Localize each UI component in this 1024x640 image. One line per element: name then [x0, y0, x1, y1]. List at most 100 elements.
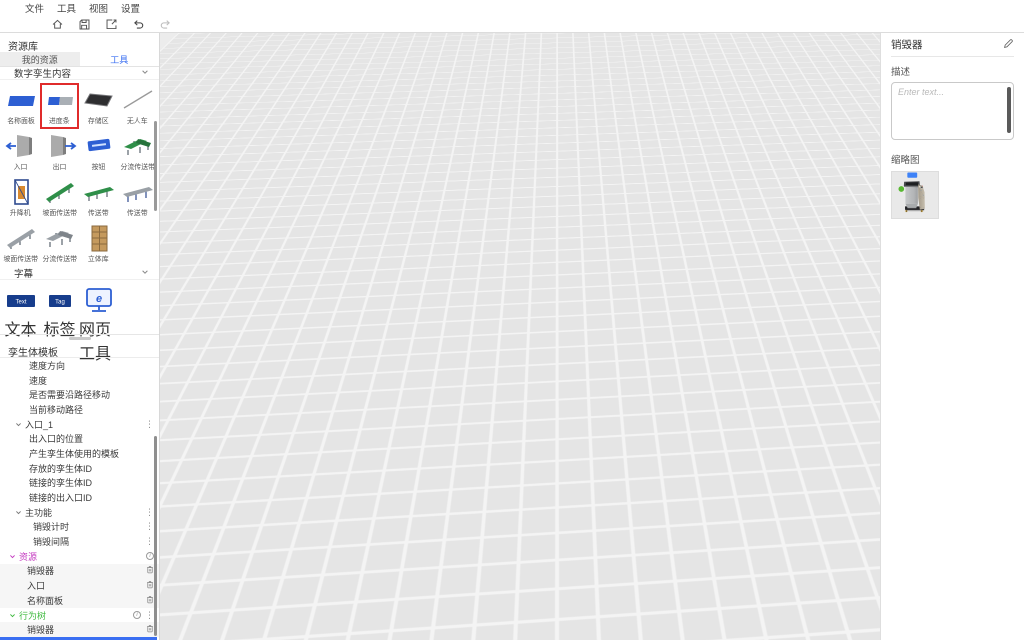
library-item-web-tool[interactable]: e 网页工具 [79, 286, 118, 332]
tree-row-entrance-1[interactable]: 入口_1 ⋮ [0, 417, 159, 432]
menu-item-tools[interactable]: 工具 [57, 1, 76, 15]
textarea-scrollbar[interactable] [1007, 87, 1011, 133]
panel-splitter[interactable] [0, 334, 159, 341]
tree-row[interactable]: 链接的出入口ID [0, 490, 159, 505]
storage-area-icon [81, 85, 117, 115]
section-subtitles[interactable]: 字幕 [0, 267, 159, 280]
trash-icon[interactable] [146, 580, 154, 591]
library-item-incline-conveyor-gray[interactable]: 坡面传送带 [1, 221, 40, 267]
tree-row-destroy-interval[interactable]: 销毁间隔 ⋮ [0, 534, 159, 549]
orbit-right-icon[interactable]: › [860, 65, 873, 78]
tree-row[interactable]: 速度 [0, 373, 159, 388]
tag-icon: Tag [42, 286, 78, 316]
tree-row-entrance[interactable]: 入口 [0, 578, 159, 593]
twin-template-title: 孪生体模板 [0, 341, 159, 358]
green-sphere-object[interactable] [439, 260, 466, 287]
kebab-menu-icon[interactable]: ⋮ [145, 537, 154, 546]
incline-conveyor-green-icon [42, 177, 78, 207]
library-item-exit[interactable]: 出口 [40, 129, 79, 175]
chevron-down-icon [141, 268, 149, 279]
section-digital-twin-content[interactable]: 数字孪生内容 [0, 67, 159, 80]
tree-row[interactable]: 链接的孪生体ID [0, 476, 159, 491]
kebab-menu-icon[interactable]: ⋮ [145, 420, 154, 429]
tree-row-name-panel[interactable]: 名称面板 [0, 593, 159, 608]
info-icon[interactable]: i [133, 611, 141, 619]
tree-row-destroy-timer[interactable]: 销毁计时 ⋮ [0, 520, 159, 535]
chevron-down-icon [9, 612, 16, 619]
tree-row[interactable]: 当前移动路径 [0, 402, 159, 417]
gizmo-machine-preview [831, 57, 851, 83]
tree-row-destroyer[interactable]: 销毁器 [0, 564, 159, 579]
orbit-left-icon[interactable]: ‹ [808, 65, 821, 78]
axis-label-1m: 1m [640, 384, 651, 393]
trash-icon[interactable] [146, 624, 154, 635]
tree-row[interactable]: 出入口的位置 [0, 431, 159, 446]
tree-row[interactable]: 产生孪生体使用的模板 [0, 446, 159, 461]
library-item-conveyor-green[interactable]: 传送带 [79, 175, 118, 221]
destroyer-machine-model[interactable] [430, 216, 620, 416]
text-icon: Text [3, 286, 39, 316]
library-item-tag[interactable]: Tag 标签 [40, 286, 79, 332]
tree-row[interactable]: 是否需要沿路径移动 [0, 387, 159, 402]
view-gizmo[interactable] [826, 50, 855, 90]
library-item-name-panel[interactable]: 名称面板 [1, 83, 40, 129]
library-item-conveyor-gray[interactable]: 传送带 [118, 175, 157, 221]
tree-row-resources[interactable]: 资源 i [0, 549, 159, 564]
entrance-icon [3, 131, 39, 161]
unmanned-vehicle-icon [120, 85, 156, 115]
progress-bar-icon [42, 85, 78, 115]
scrollbar[interactable] [154, 436, 157, 636]
trash-icon[interactable] [146, 595, 154, 606]
save-as-icon[interactable] [104, 17, 118, 31]
tab-my-resources[interactable]: 我的资源 [0, 52, 80, 66]
library-item-divert-conveyor-green[interactable]: 分流传送带 [118, 129, 157, 175]
chevron-down-icon [9, 553, 16, 560]
trash-icon[interactable] [146, 565, 154, 576]
library-item-storage-area[interactable]: 存储区 [79, 83, 118, 129]
menu-item-file[interactable]: 文件 [25, 1, 44, 15]
library-tabs: 我的资源 工具 [0, 52, 159, 67]
undo-icon[interactable] [131, 17, 145, 31]
tree-row-main-function[interactable]: 主功能 ⋮ [0, 505, 159, 520]
3d-viewport[interactable]: 1m 2m [160, 33, 880, 640]
flat-view-icon[interactable] [863, 90, 876, 99]
scrollbar[interactable] [154, 121, 157, 211]
svg-text:Text: Text [15, 300, 26, 306]
name-label-panel[interactable]: 名称 [499, 142, 553, 176]
menu-item-view[interactable]: 视图 [89, 1, 108, 15]
menu-bar: 文件 工具 视图 设置 [0, 0, 1024, 16]
tree-row[interactable]: 存放的孪生体ID [0, 461, 159, 476]
kebab-menu-icon[interactable]: ⋮ [145, 611, 154, 620]
kebab-menu-icon[interactable]: ⋮ [145, 522, 154, 531]
kebab-menu-icon[interactable]: ⋮ [145, 508, 154, 517]
button-sign-icon [81, 131, 117, 161]
resource-library-panel: 资源库 我的资源 工具 数字孪生内容 名称面板 进度条 存储区 无人车 [0, 33, 160, 640]
tab-tools[interactable]: 工具 [80, 52, 160, 66]
conveyor-gray-icon [120, 177, 156, 207]
tree-row-behavior-tree[interactable]: 行为树 i⋮ [0, 608, 159, 623]
reset-view-icon[interactable] [865, 39, 877, 51]
library-item-progress-bar[interactable]: 进度条 [40, 83, 79, 129]
svg-text:e: e [95, 293, 101, 305]
home-icon[interactable] [50, 17, 64, 31]
library-item-entrance[interactable]: 入口 [1, 129, 40, 175]
library-grid: 名称面板 进度条 存储区 无人车 入口 出口 按钮 分流传送带 [0, 80, 159, 267]
orbit-down-icon[interactable] [834, 95, 845, 103]
description-input[interactable] [891, 82, 1014, 140]
library-item-incline-conveyor-green[interactable]: 坡面传送带 [40, 175, 79, 221]
library-item-stereo-rack[interactable]: 立体库 [79, 221, 118, 267]
subtitle-grid: Text 文本 Tag 标签 e 网页工具 [0, 280, 159, 334]
tree-row-destroyer-bt[interactable]: 销毁器 [0, 622, 159, 637]
thumbnail-image [891, 171, 939, 219]
redo-icon[interactable] [158, 17, 172, 31]
library-item-unmanned-vehicle[interactable]: 无人车 [118, 83, 157, 129]
library-item-button[interactable]: 按钮 [79, 129, 118, 175]
menu-item-settings[interactable]: 设置 [121, 1, 140, 15]
library-item-divert-conveyor-gray[interactable]: 分流传送带 [40, 221, 79, 267]
edit-pencil-icon[interactable] [1003, 36, 1014, 54]
library-item-text[interactable]: Text 文本 [1, 286, 40, 332]
save-icon[interactable] [77, 17, 91, 31]
tree-row[interactable]: 速度方向 [0, 358, 159, 373]
info-icon[interactable]: i [146, 552, 154, 560]
library-item-lifter[interactable]: 升降机 [1, 175, 40, 221]
